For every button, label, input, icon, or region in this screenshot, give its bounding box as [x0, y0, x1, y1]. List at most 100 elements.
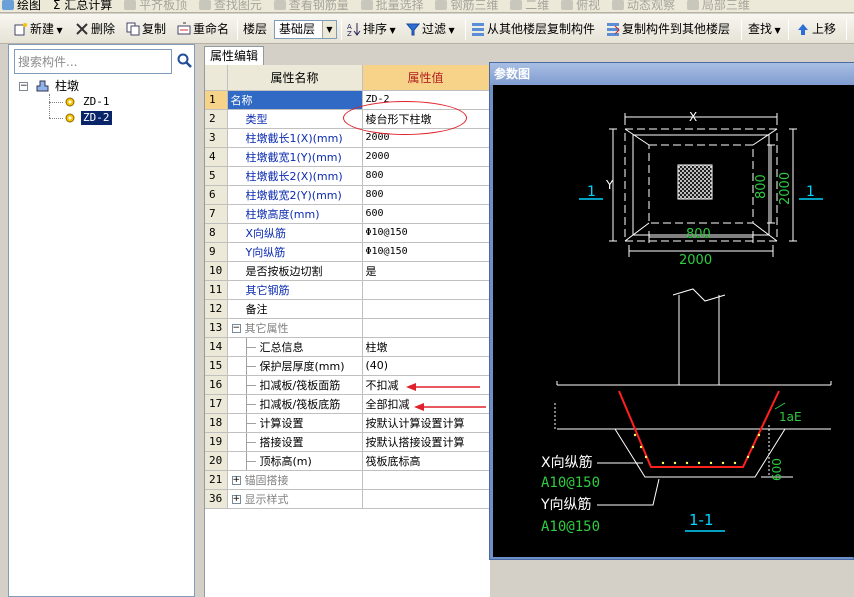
copy-to-floor-icon: [606, 22, 620, 36]
table-row-group[interactable]: 21 + 锚固搭接: [205, 470, 490, 490]
parameter-drawing: X Y 1 1 800 2000 800 2000 1aE 600 X向纵筋 A…: [493, 85, 854, 557]
rename-button[interactable]: 重命名: [177, 20, 229, 39]
find-element-button[interactable]: 查找图元: [197, 0, 268, 12]
search-box: [14, 49, 195, 74]
copy-button[interactable]: 复制: [126, 20, 166, 39]
find-button[interactable]: 查找 ▼: [748, 20, 781, 39]
sort-dropdown-icon: ▼: [387, 26, 396, 35]
column-edges: [678, 295, 720, 385]
tree-connector: [245, 346, 256, 348]
table-row[interactable]: 19 搭接设置 按默认搭接设置计算: [205, 432, 490, 452]
property-grid: 属性名称 属性值 1 名称 ZD-2 2 类型 棱台形下柱墩 3 柱墩截长1(X)(mm)…: [204, 65, 490, 597]
lae-leader: [774, 402, 786, 410]
tab-property-edit[interactable]: 属性编辑: [204, 46, 264, 65]
table-row[interactable]: 10 是否按板边切割是: [205, 261, 490, 281]
section-title: 1-1: [689, 511, 714, 529]
table-row[interactable]: 14 汇总信息 柱墩: [205, 337, 490, 357]
chevron-down-icon: ▼: [322, 21, 336, 38]
sort-icon: AZ: [347, 22, 361, 38]
top-view-button[interactable]: 俯视: [559, 0, 606, 12]
table-row[interactable]: 7 柱墩高度(mm) 600: [205, 204, 490, 224]
tree-node-root[interactable]: − 柱墩: [19, 78, 189, 94]
draw-button[interactable]: 绘图: [0, 0, 47, 12]
collapse-icon[interactable]: −: [19, 82, 28, 91]
summary-calc-button[interactable]: Σ 汇总计算: [51, 0, 118, 12]
move-up-button[interactable]: 上移: [796, 20, 836, 39]
tree-connector: [245, 403, 256, 405]
dim-2000-bottom: 2000: [679, 253, 712, 268]
copy-from-floor-button[interactable]: 从其他楼层复制构件: [471, 20, 595, 39]
tree-connector: [245, 441, 256, 443]
new-button[interactable]: 新建 ▼: [14, 20, 63, 39]
toolbar-separator: [741, 19, 742, 40]
find-dropdown-icon: ▼: [772, 26, 781, 35]
rebar-3d-button[interactable]: 钢筋三维: [433, 0, 504, 12]
panel-splitter[interactable]: [195, 44, 204, 597]
find-icon: [198, 0, 211, 10]
table-row-group[interactable]: 36 + 显示样式: [205, 489, 490, 509]
top-toolbar: 绘图 Σ 汇总计算 平齐板顶 查找图元 查看钢筋量 批量选择 钢筋三维 二维 俯…: [0, 0, 854, 13]
new-dropdown-icon: ▼: [54, 26, 63, 35]
floor-select[interactable]: 基础层 ▼: [274, 20, 337, 39]
table-row[interactable]: 3 柱墩截长1(X)(mm) 2000: [205, 128, 490, 148]
sort-button[interactable]: A Z 排序 ▼: [347, 20, 396, 39]
copy-to-floor-button[interactable]: 复制构件到其他楼层: [606, 20, 730, 39]
batch-select-button[interactable]: 批量选择: [359, 0, 430, 12]
local-3d-button[interactable]: 局部三维: [685, 0, 756, 12]
table-row[interactable]: 11 其它钢筋: [205, 280, 490, 300]
x-rebar-spec: A10@150: [541, 475, 600, 491]
arrow-up-icon: [796, 22, 810, 36]
new-icon: [14, 22, 28, 36]
table-row[interactable]: 9 Y向纵筋 Φ10@150: [205, 242, 490, 262]
orbit-button[interactable]: 动态观察: [610, 0, 681, 12]
lae-label: 1aE: [779, 410, 802, 424]
property-table: 属性名称 属性值 1 名称 ZD-2 2 类型 棱台形下柱墩 3 柱墩截长1(X)(mm)…: [205, 65, 490, 509]
column-header-value: 属性值: [362, 65, 490, 91]
table-row[interactable]: 4 柱墩截宽1(Y)(mm) 2000: [205, 147, 490, 167]
toolbar-separator: [788, 19, 789, 40]
top-view-icon: [561, 0, 574, 10]
2d-button[interactable]: 二维: [508, 0, 555, 12]
component-toolbar: 新建 ▼ 删除 复制 重命名 楼层 基础层 ▼ A Z 排序 ▼ 过滤 ▼ 从其他楼层…: [0, 14, 854, 44]
rebar-icon: [273, 0, 286, 10]
expand-icon[interactable]: +: [231, 495, 241, 504]
figure-title: 参数图: [490, 63, 854, 85]
table-row[interactable]: 6 柱墩截宽2(Y)(mm) 800: [205, 185, 490, 205]
toolbar-separator: [237, 19, 238, 40]
y-rebar-spec: A10@150: [541, 519, 600, 535]
dim-2000-right: 2000: [778, 172, 793, 205]
tree-node-zd2[interactable]: ZD-2: [19, 110, 189, 126]
search-input[interactable]: [14, 49, 172, 74]
table-row[interactable]: 8 X向纵筋 Φ10@150: [205, 223, 490, 243]
table-row[interactable]: 12 备注: [205, 299, 490, 319]
expand-icon[interactable]: +: [231, 476, 241, 485]
y-label: Y: [605, 178, 614, 192]
view-rebar-button[interactable]: 查看钢筋量: [272, 0, 355, 12]
delete-button[interactable]: 删除: [75, 20, 115, 39]
section-mark-right: 1: [806, 184, 815, 200]
search-icon[interactable]: [177, 53, 193, 69]
tree-node-zd1[interactable]: ZD-1: [19, 94, 189, 110]
collapse-icon[interactable]: −: [231, 324, 241, 333]
dim-600: 600: [770, 458, 784, 481]
gear-icon: [64, 112, 77, 124]
align-slab-top-button[interactable]: 平齐板顶: [122, 0, 193, 12]
rebar-3d-icon: [435, 0, 448, 10]
component-tree-panel: − 柱墩 ZD-1 ZD-2: [8, 44, 195, 597]
batch-icon: [360, 0, 373, 10]
table-header: 属性名称 属性值: [205, 65, 490, 91]
table-row-group[interactable]: 13− 其它属性: [205, 318, 490, 338]
column-header-name: 属性名称: [227, 65, 363, 91]
table-row[interactable]: 20 顶标高(m) 筏板底标高: [205, 451, 490, 471]
leader-y: [597, 478, 660, 506]
toolbar-separator: [341, 19, 342, 40]
tree-connector: [245, 365, 256, 367]
copy-from-floor-icon: [471, 22, 485, 36]
table-row[interactable]: 15 保护层厚度(mm) (40): [205, 356, 490, 376]
table-row[interactable]: 5 柱墩截长2(X)(mm) 800: [205, 166, 490, 186]
filter-button[interactable]: 过滤 ▼: [405, 20, 455, 39]
y-rebar-label: Y向纵筋: [540, 496, 592, 513]
highlight-ellipse: [343, 101, 467, 135]
gear-icon: [64, 96, 77, 108]
x-rebar-label: X向纵筋: [541, 454, 593, 471]
